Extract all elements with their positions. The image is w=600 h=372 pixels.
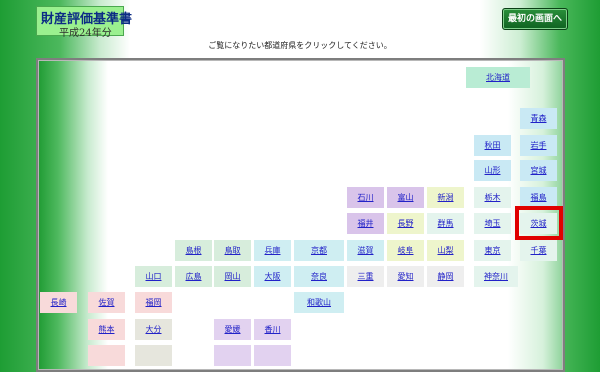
pref-ibaraki[interactable]: 茨城 [520,213,557,234]
pref-miyagi[interactable]: 宮城 [520,160,557,181]
home-button[interactable]: 最初の画面へ [502,8,568,30]
pref-nagasaki[interactable]: 長崎 [40,292,77,313]
pref-shimane[interactable]: 島根 [175,240,212,261]
pref-nara[interactable]: 奈良 [294,266,344,287]
pref-oita[interactable]: 大分 [135,319,172,340]
pref-wakayama[interactable]: 和歌山 [294,292,344,313]
pref-yamanashi[interactable]: 山梨 [427,240,464,261]
list-item[interactable] [254,345,291,366]
pref-fukui[interactable]: 福井 [347,213,384,234]
pref-tochigi[interactable]: 栃木 [474,187,511,208]
pref-toyama[interactable]: 富山 [387,187,424,208]
list-item[interactable] [135,345,172,366]
pref-yamagata[interactable]: 山形 [474,160,511,181]
pref-gifu[interactable]: 岐阜 [387,240,424,261]
pref-aomori[interactable]: 青森 [520,108,557,129]
pref-okayama[interactable]: 岡山 [214,266,251,287]
pref-kyoto[interactable]: 京都 [294,240,344,261]
pref-gunma[interactable]: 群馬 [427,213,464,234]
pref-fukushima[interactable]: 福島 [520,187,557,208]
pref-kanagawa[interactable]: 神奈川 [474,266,518,287]
pref-kumamoto[interactable]: 熊本 [88,319,125,340]
pref-iwate[interactable]: 岩手 [520,135,557,156]
pref-fukuoka[interactable]: 福岡 [135,292,172,313]
pref-mie[interactable]: 三重 [347,266,384,287]
pref-hiroshima[interactable]: 広島 [175,266,212,287]
pref-kagawa[interactable]: 香川 [254,319,291,340]
pref-niigata[interactable]: 新潟 [427,187,464,208]
pref-shizuoka[interactable]: 静岡 [427,266,464,287]
pref-hyogo[interactable]: 兵庫 [254,240,291,261]
pref-ishikawa[interactable]: 石川 [347,187,384,208]
list-item[interactable] [214,345,251,366]
pref-nagano[interactable]: 長野 [387,213,424,234]
list-item[interactable] [88,345,125,366]
pref-yamaguchi[interactable]: 山口 [135,266,172,287]
pref-saitama[interactable]: 埼玉 [474,213,511,234]
site-title-box: 財産評価基準書 平成24年分 [36,6,132,39]
pref-hokkaido[interactable]: 北海道 [466,67,530,88]
pref-shiga[interactable]: 滋賀 [347,240,384,261]
pref-chiba[interactable]: 千葉 [520,240,557,261]
pref-ehime[interactable]: 愛媛 [214,319,251,340]
pref-tottori[interactable]: 鳥取 [214,240,251,261]
pref-saga[interactable]: 佐賀 [88,292,125,313]
pref-tokyo[interactable]: 東京 [474,240,511,261]
instruction-text: ご覧になりたい都道府県をクリックしてください。 [208,41,392,50]
pref-aichi[interactable]: 愛知 [387,266,424,287]
pref-osaka[interactable]: 大阪 [254,266,291,287]
pref-akita[interactable]: 秋田 [474,135,511,156]
page-subtitle-year: 平成24年分 [59,28,112,39]
